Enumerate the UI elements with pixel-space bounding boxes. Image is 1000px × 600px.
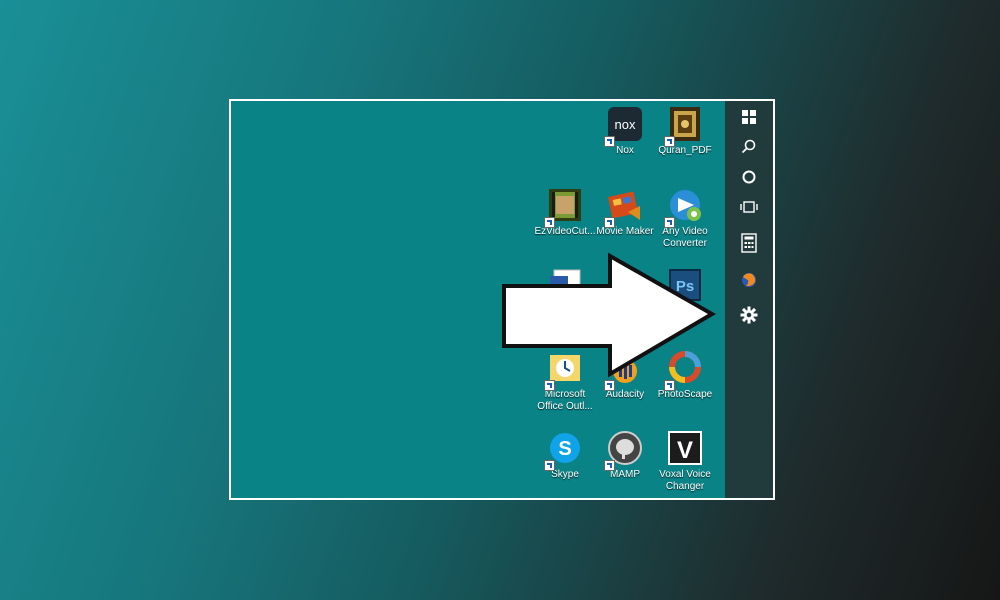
any-video-converter-icon — [664, 186, 704, 228]
shortcut-arrow-icon — [604, 136, 615, 147]
task-view-icon[interactable] — [734, 194, 764, 220]
mamp-icon — [604, 429, 644, 471]
taskbar — [725, 101, 773, 498]
desktop-icon-nox[interactable]: nox Nox — [593, 105, 657, 157]
windows-start-icon[interactable] — [734, 104, 764, 130]
quran-pdf-icon — [664, 105, 704, 147]
ezvideocut-icon — [544, 186, 584, 228]
desktop-icon-skype[interactable]: S Skype — [533, 429, 597, 481]
cortana-icon[interactable] — [734, 164, 764, 190]
desktop-icon-label: Voxal Voice Changer — [659, 469, 711, 492]
shortcut-arrow-icon — [604, 380, 615, 391]
desktop-icon-label: EzVideoCut... — [534, 226, 596, 237]
shortcut-arrow-icon — [544, 460, 555, 471]
desktop-icon-mamp[interactable]: MAMP — [593, 429, 657, 481]
calculator-icon[interactable] — [734, 230, 764, 256]
desktop-icon-label: Quran_PDF — [658, 145, 712, 156]
desktop-icon-ezvideocut[interactable]: EzVideoCut... — [533, 186, 597, 238]
desktop-icon-label: PhotoScape — [657, 389, 713, 400]
shortcut-arrow-icon — [664, 136, 675, 147]
shortcut-arrow-icon — [604, 217, 615, 228]
firefox-icon[interactable] — [734, 267, 764, 293]
desktop-icon-label: Movie Maker — [596, 226, 654, 237]
movie-maker-icon — [604, 186, 644, 228]
shortcut-arrow-icon — [664, 380, 675, 391]
nox-icon: nox — [604, 105, 644, 147]
desktop-icon-voxal-voice-changer[interactable]: V Voxal Voice Changer — [653, 429, 717, 493]
shortcut-arrow-icon — [604, 460, 615, 471]
voxal-voice-changer-icon: V — [666, 429, 704, 467]
shortcut-arrow-icon — [544, 217, 555, 228]
skype-icon: S — [544, 429, 584, 471]
desktop-icon-label: Any Video Converter — [662, 226, 708, 249]
search-icon[interactable] — [734, 134, 764, 160]
desktop-icon-label: Microsoft Office Outl... — [537, 389, 593, 412]
shortcut-arrow-icon — [664, 217, 675, 228]
desktop-icon-label: Nox — [616, 145, 634, 156]
svg-text:S: S — [558, 438, 571, 460]
svg-text:nox: nox — [615, 117, 636, 132]
desktop-icon-movie-maker[interactable]: Movie Maker — [593, 186, 657, 238]
desktop-icon-quran-pdf[interactable]: Quran_PDF — [653, 105, 717, 157]
desktop-icon-label: Audacity — [605, 389, 645, 400]
desktop-icon-label: MAMP — [610, 469, 640, 480]
settings-gear-icon[interactable] — [734, 302, 764, 328]
desktop-icon-any-video-converter[interactable]: Any Video Converter — [653, 186, 717, 250]
shortcut-arrow-icon — [544, 380, 555, 391]
desktop-icon-label: Skype — [551, 469, 579, 480]
pointer-arrow-graphic — [502, 252, 716, 378]
svg-text:V: V — [677, 437, 693, 464]
